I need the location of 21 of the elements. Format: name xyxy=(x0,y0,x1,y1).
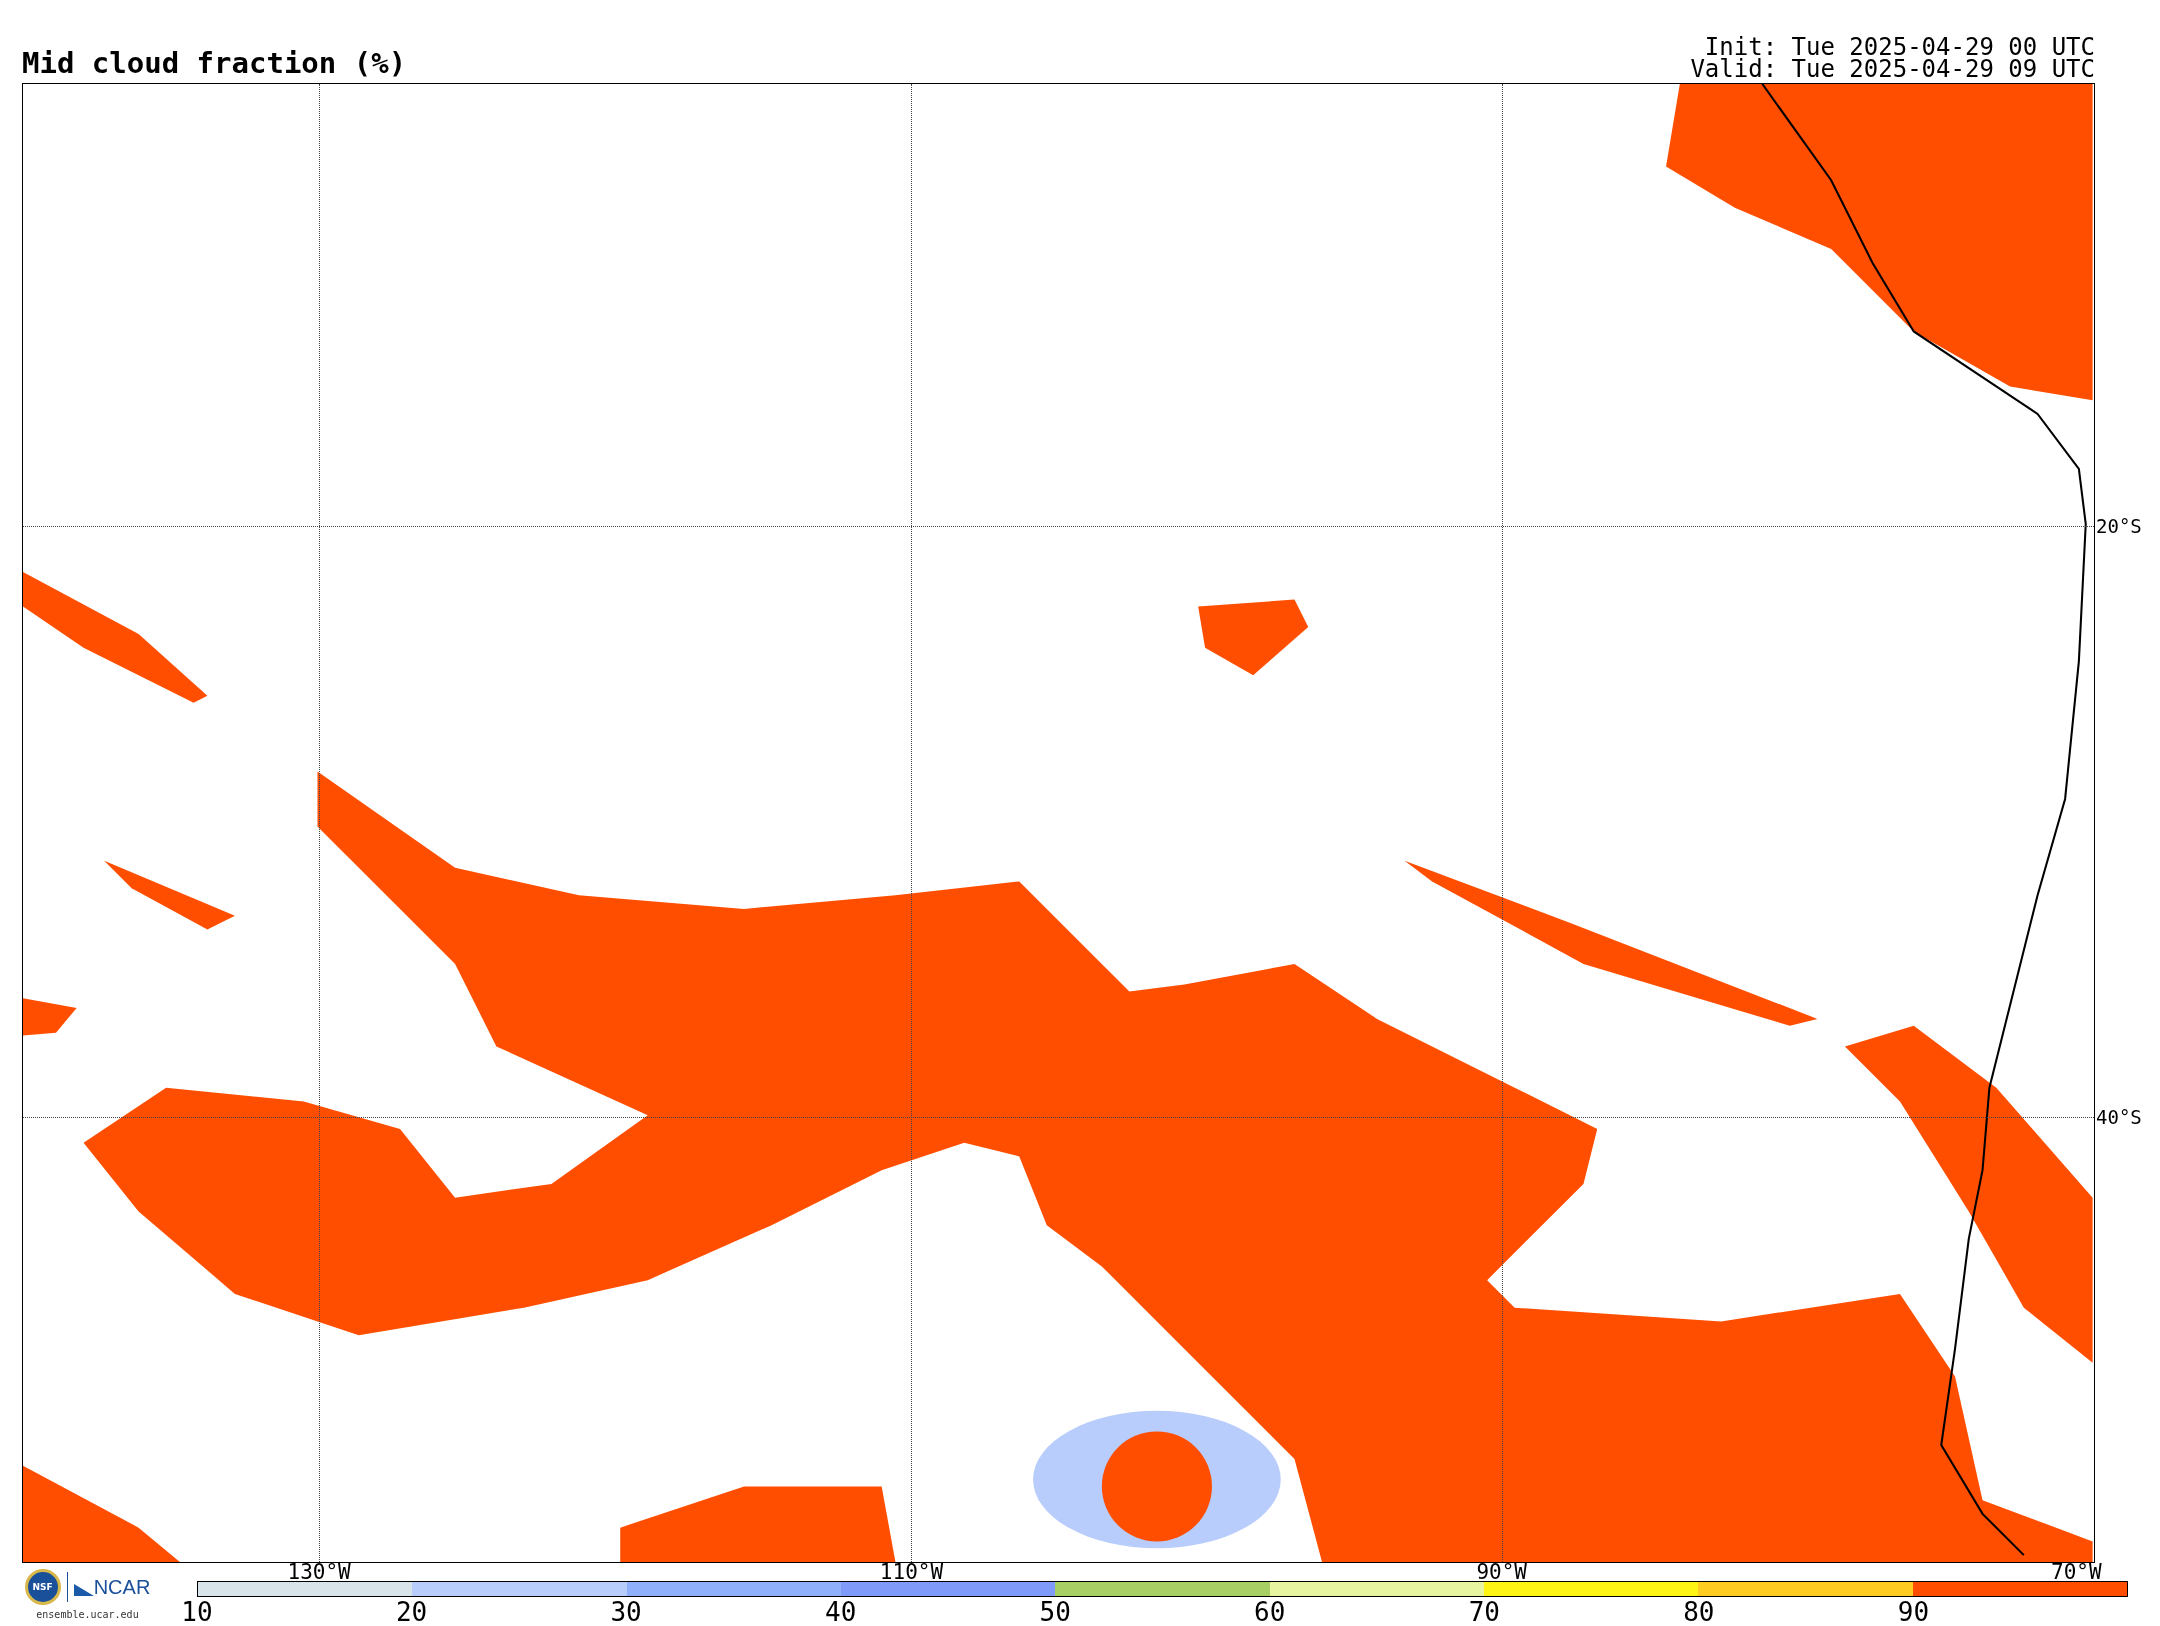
tick-label: 40 xyxy=(825,1599,857,1625)
run-time-label: Init: Tue 2025-04-29 00 UTC xyxy=(1704,36,2095,58)
longitude-label: 90°W xyxy=(1476,1563,1527,1582)
tick-label: 20 xyxy=(395,1599,428,1625)
website-link[interactable]: ensemble.ucar.edu xyxy=(36,1609,139,1620)
longitude-label: 130°W xyxy=(287,1563,351,1582)
latitude-label: 40°S xyxy=(2096,1107,2142,1127)
run-time-label: Valid: Tue 2025-04-29 09 UTC xyxy=(1690,58,2095,80)
tick-label: 30 xyxy=(610,1599,642,1625)
emblem-logo: NSF xyxy=(24,1569,61,1605)
tick-label: 80 xyxy=(1683,1599,1715,1625)
latitude-label: 20°S xyxy=(2096,516,2142,536)
wordmark-logo: NCAR xyxy=(93,1578,151,1596)
longitude-label: 110°W xyxy=(879,1563,944,1582)
tick-label: 50 xyxy=(1039,1599,1071,1625)
longitude-label: 70°W xyxy=(2051,1563,2102,1582)
tick-label: 70 xyxy=(1468,1599,1500,1625)
tick-label: 60 xyxy=(1254,1599,1286,1625)
tick-label: 90 xyxy=(1897,1599,1930,1625)
chart-title: Mid cloud fraction (%) xyxy=(22,49,407,82)
tick-label: 10 xyxy=(181,1599,213,1625)
